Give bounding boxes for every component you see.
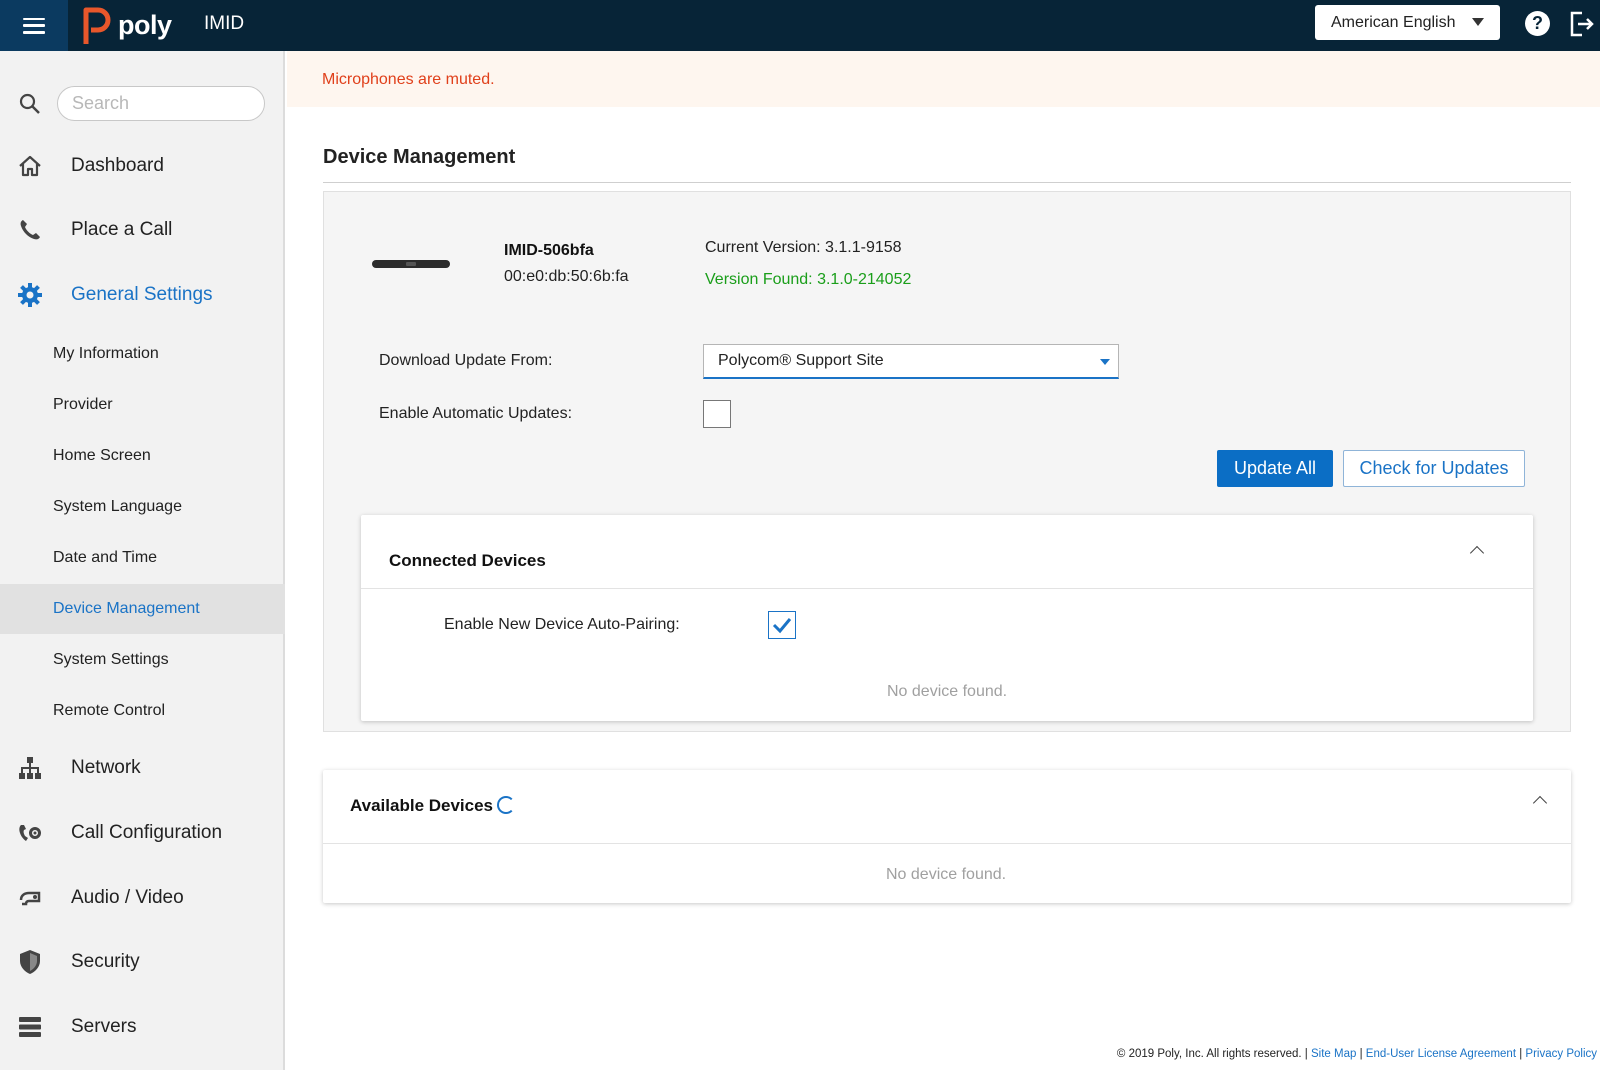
menu-button[interactable] <box>0 0 68 51</box>
available-devices-title: Available Devices <box>350 796 494 815</box>
sidebar-item-servers[interactable]: Servers <box>0 1002 285 1052</box>
sidebar-subitem-label: Remote Control <box>53 702 166 719</box>
check-for-updates-button[interactable]: Check for Updates <box>1343 450 1525 487</box>
sidebar-item-dashboard[interactable]: Dashboard <box>0 141 285 191</box>
poly-logo: poly <box>80 2 172 48</box>
auto-pairing-checkbox[interactable] <box>768 611 796 639</box>
sidebar-item-label: Security <box>71 951 140 972</box>
sidebar-item-security[interactable]: Security <box>0 937 285 987</box>
loading-spinner-icon <box>497 796 515 814</box>
language-value: American English <box>1331 13 1456 31</box>
sidebar-item-label: Network <box>71 757 141 778</box>
sidebar-subitem-system-language[interactable]: System Language <box>0 482 285 532</box>
server-icon <box>17 1014 43 1040</box>
sidebar-item-audio-video[interactable]: Audio / Video <box>0 873 285 923</box>
update-all-button[interactable]: Update All <box>1217 450 1333 487</box>
camera-icon <box>17 885 43 911</box>
sidebar-item-general-settings[interactable]: General Settings <box>0 270 285 320</box>
auto-updates-label: Enable Automatic Updates: <box>379 405 573 422</box>
search-icon <box>19 93 40 114</box>
auto-pairing-label: Enable New Device Auto-Pairing: <box>444 616 680 633</box>
gear-icon <box>17 282 43 308</box>
caret-down-icon <box>1472 18 1484 26</box>
sidebar-item-place-a-call[interactable]: Place a Call <box>0 205 285 255</box>
caret-down-icon <box>1100 359 1110 365</box>
logout-icon[interactable] <box>1568 10 1594 38</box>
download-source-value: Polycom® Support Site <box>718 352 884 369</box>
version-found: Version Found: 3.1.0-214052 <box>705 271 912 288</box>
sidebar-subitem-home-screen[interactable]: Home Screen <box>0 431 285 481</box>
device-name: IMID <box>204 13 245 34</box>
help-icon[interactable]: ? <box>1525 11 1550 36</box>
sidebar-item-label: General Settings <box>71 284 213 305</box>
sidebar-item-label: Place a Call <box>71 219 173 240</box>
language-select[interactable]: American English <box>1315 5 1500 40</box>
sidebar-item-network[interactable]: Network <box>0 743 285 793</box>
top-bar: poly IMID American English ? <box>0 0 1600 51</box>
download-update-label: Download Update From: <box>379 352 553 369</box>
connected-devices-title: Connected Devices <box>389 551 546 570</box>
network-icon <box>17 755 43 781</box>
alert-text: Microphones are muted. <box>322 71 495 88</box>
search-input[interactable] <box>57 86 265 121</box>
available-devices-card: Available Devices No device found. <box>323 770 1571 903</box>
poly-logo-mark-icon <box>83 7 111 44</box>
footer: © 2019 Poly, Inc. All rights reserved. |… <box>1117 1048 1597 1060</box>
sidebar-subitem-label: System Settings <box>53 651 169 668</box>
sidebar-subitem-label: Provider <box>53 396 113 413</box>
auto-updates-checkbox[interactable] <box>703 400 731 428</box>
sidebar-item-label: Call Configuration <box>71 822 223 843</box>
current-version: Current Version: 3.1.1-9158 <box>705 239 902 256</box>
connected-empty-text: No device found. <box>887 683 1008 700</box>
sidebar-subitem-date-and-time[interactable]: Date and Time <box>0 533 285 583</box>
logo-text: poly <box>118 9 172 40</box>
call-config-icon <box>17 820 43 846</box>
sidebar-subitem-my-information[interactable]: My Information <box>0 329 285 379</box>
connected-devices-header[interactable]: Connected Devices <box>361 515 1533 589</box>
download-source-select[interactable]: Polycom® Support Site <box>703 344 1119 379</box>
footer-separator: | <box>1359 1048 1363 1060</box>
sidebar-subitem-label: Date and Time <box>53 549 158 566</box>
chevron-up-icon[interactable] <box>1469 545 1485 561</box>
hamburger-icon <box>23 17 45 34</box>
device-name-label: IMID-506bfa <box>504 242 594 259</box>
shield-icon <box>17 949 43 975</box>
sidebar-subitem-provider[interactable]: Provider <box>0 380 285 430</box>
sidebar-item-label: Servers <box>71 1016 137 1037</box>
video-bar-device-image <box>372 260 450 268</box>
sidebar-subitem-label: Device Management <box>53 600 200 617</box>
checkmark-icon <box>772 618 792 634</box>
eula-link[interactable]: End-User License Agreement <box>1366 1048 1516 1060</box>
privacy-policy-link[interactable]: Privacy Policy <box>1525 1048 1597 1060</box>
sidebar-subitem-remote-control[interactable]: Remote Control <box>0 686 285 736</box>
sidebar-subitem-device-management[interactable]: Device Management <box>0 584 285 634</box>
site-map-link[interactable]: Site Map <box>1311 1048 1356 1060</box>
available-empty-text: No device found. <box>886 866 1007 883</box>
sidebar-item-call-configuration[interactable]: Call Configuration <box>0 808 285 858</box>
sidebar-item-label: Audio / Video <box>71 887 184 908</box>
device-mac-address: 00:e0:db:50:6b:fa <box>504 268 629 285</box>
chevron-up-icon[interactable] <box>1532 795 1548 811</box>
copyright-text: © 2019 Poly, Inc. All rights reserved. | <box>1116 1048 1308 1060</box>
muted-alert-banner: Microphones are muted. <box>287 51 1600 107</box>
sidebar-subitem-label: System Language <box>53 498 182 515</box>
sidebar-subitem-system-settings[interactable]: System Settings <box>0 635 285 685</box>
sidebar-item-label: Dashboard <box>71 155 164 176</box>
sidebar-subitem-label: My Information <box>53 345 159 362</box>
home-icon <box>17 153 43 179</box>
sidebar-subitem-label: Home Screen <box>53 447 151 464</box>
page-title: Device Management <box>323 146 516 168</box>
footer-separator: | <box>1519 1048 1523 1060</box>
title-divider <box>323 182 1571 183</box>
phone-icon <box>17 217 43 243</box>
